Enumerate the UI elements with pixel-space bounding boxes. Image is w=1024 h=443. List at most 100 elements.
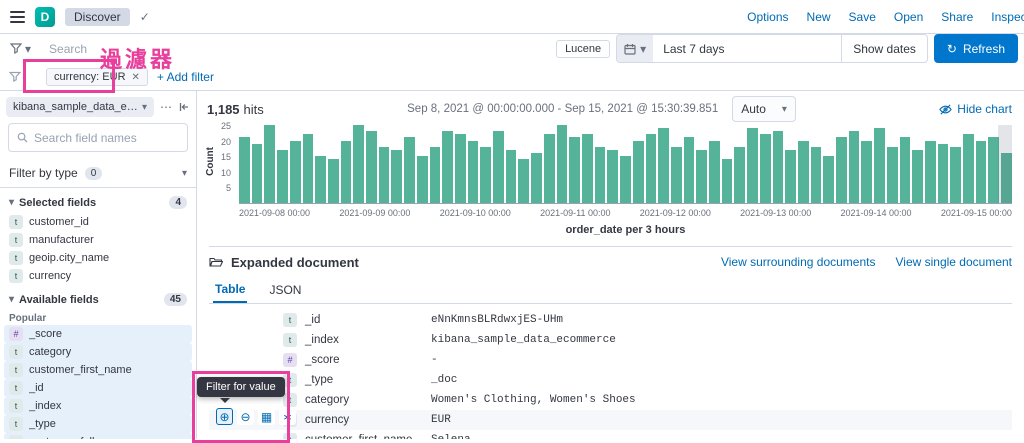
histogram-bar[interactable] — [632, 140, 644, 203]
field-item[interactable]: tcustomer_full_name — [4, 433, 192, 439]
histogram-bar[interactable] — [251, 143, 263, 203]
histogram-bar[interactable] — [696, 149, 708, 203]
histogram-bar[interactable] — [315, 156, 326, 203]
saved-query-menu-button[interactable]: ▾ — [6, 42, 35, 56]
histogram-bar[interactable] — [670, 146, 682, 203]
document-field-row[interactable]: t _id eNnKmnsBLRdwxjES-UHm — [209, 310, 1012, 330]
view-surrounding-documents-link[interactable]: View surrounding documents — [721, 255, 876, 269]
histogram-bar[interactable] — [975, 140, 987, 203]
menu-share[interactable]: Share — [941, 10, 973, 24]
field-item[interactable]: t manufacturer — [0, 231, 196, 249]
search-input[interactable]: Search — [41, 36, 550, 62]
view-single-document-link[interactable]: View single document — [895, 255, 1012, 269]
toggle-column-icon[interactable]: ▦ — [258, 408, 275, 425]
histogram-bar[interactable] — [924, 140, 936, 203]
histogram-bar[interactable] — [302, 134, 314, 203]
histogram-bar[interactable] — [645, 134, 657, 203]
filter-out-value-icon[interactable]: ⊖ — [237, 408, 254, 425]
histogram-bar[interactable] — [607, 149, 619, 203]
histogram-bar[interactable] — [886, 146, 898, 203]
histogram-bar[interactable] — [378, 146, 390, 203]
histogram-bar[interactable] — [747, 128, 758, 203]
histogram-bar[interactable] — [277, 149, 288, 203]
histogram-bar[interactable] — [620, 156, 631, 203]
tab-json[interactable]: JSON — [267, 277, 303, 303]
query-language-badge[interactable]: Lucene — [556, 39, 611, 58]
histogram-bar[interactable] — [442, 131, 453, 203]
field-item[interactable]: t geoip.city_name — [0, 249, 196, 267]
histogram-bar[interactable] — [543, 134, 555, 203]
histogram-bar[interactable] — [493, 131, 504, 203]
histogram-bar[interactable] — [785, 149, 796, 203]
breadcrumb[interactable]: Discover — [65, 7, 130, 26]
histogram-bar[interactable] — [366, 131, 377, 203]
histogram-bar[interactable] — [556, 125, 568, 203]
histogram-bar[interactable] — [505, 149, 517, 203]
interval-select[interactable]: Auto ▾ — [732, 96, 796, 122]
document-field-row[interactable]: # _score - — [209, 350, 1012, 370]
histogram-bar[interactable] — [874, 128, 885, 203]
histogram-bar[interactable] — [772, 131, 784, 203]
menu-new[interactable]: New — [807, 10, 831, 24]
histogram-bar[interactable] — [531, 153, 542, 203]
collapse-sidebar-icon[interactable] — [178, 101, 190, 113]
document-field-row[interactable]: t customer_first_name Selena — [209, 430, 1012, 439]
histogram-bar[interactable] — [467, 140, 479, 203]
histogram-bar[interactable] — [480, 146, 492, 203]
filter-for-value-icon[interactable]: ⊕ — [216, 408, 233, 425]
document-field-row[interactable]: t _index kibana_sample_data_ecommerce — [209, 330, 1012, 350]
histogram-bar[interactable] — [823, 156, 835, 203]
field-item[interactable]: t _id — [4, 379, 192, 397]
histogram-bar[interactable] — [391, 149, 403, 203]
histogram-bar[interactable] — [810, 146, 822, 203]
document-field-row[interactable]: tcurrencyEUR — [209, 410, 1012, 430]
histogram-bar[interactable] — [709, 140, 720, 203]
histogram-bar[interactable] — [340, 140, 352, 203]
histogram-bar[interactable] — [581, 134, 593, 203]
histogram-bar[interactable] — [963, 134, 974, 203]
histogram-bar[interactable] — [416, 156, 428, 203]
field-item[interactable]: t customer_id — [0, 213, 196, 231]
histogram-bar[interactable] — [569, 137, 580, 203]
add-filter-link[interactable]: + Add filter — [157, 70, 214, 84]
field-item[interactable]: t category — [4, 343, 192, 361]
menu-options[interactable]: Options — [747, 10, 788, 24]
histogram-bar[interactable] — [848, 131, 860, 203]
histogram-bar[interactable] — [797, 140, 809, 203]
time-range-value[interactable]: Last 7 days — [653, 42, 841, 56]
histogram-bar[interactable] — [721, 159, 733, 203]
histogram-bar[interactable] — [759, 134, 771, 203]
selected-fields-header[interactable]: ▾ Selected fields 4 — [0, 188, 196, 213]
refresh-button[interactable]: ↻ Refresh — [933, 34, 1018, 63]
field-item[interactable]: # _score — [4, 325, 192, 343]
histogram-bar[interactable] — [950, 146, 962, 203]
histogram-bar[interactable] — [353, 125, 365, 203]
histogram-bar[interactable] — [264, 125, 276, 203]
histogram-bar[interactable] — [239, 137, 250, 203]
available-fields-header[interactable]: ▾ Available fields 45 — [0, 285, 196, 310]
filter-exists-icon[interactable]: ∗ — [279, 408, 296, 425]
remove-filter-icon[interactable]: ✕ — [132, 72, 140, 83]
histogram-bar[interactable] — [836, 137, 847, 203]
field-item[interactable]: t customer_first_name — [4, 361, 192, 379]
field-search-input[interactable]: Search field names — [8, 123, 188, 152]
histogram-bar[interactable] — [861, 140, 873, 203]
menu-inspect[interactable]: Inspect — [991, 10, 1024, 24]
hide-chart-link[interactable]: Hide chart — [939, 102, 1012, 116]
histogram-bar[interactable] — [289, 140, 301, 203]
histogram-bar[interactable] — [734, 146, 746, 203]
calendar-button[interactable]: ▾ — [617, 35, 654, 62]
histogram-bar[interactable] — [912, 149, 923, 203]
index-options-icon[interactable]: ⋯ — [160, 100, 172, 114]
histogram-bar[interactable] — [518, 159, 530, 203]
document-field-row[interactable]: t _type _doc — [209, 370, 1012, 390]
histogram-bar[interactable] — [594, 146, 606, 203]
histogram-bar[interactable] — [454, 134, 466, 203]
filter-by-type-toggle[interactable]: Filter by type 0 ▾ — [0, 159, 196, 188]
tab-table[interactable]: Table — [213, 277, 248, 303]
show-dates-button[interactable]: Show dates — [841, 35, 927, 62]
menu-save[interactable]: Save — [849, 10, 876, 24]
histogram-bar[interactable] — [429, 146, 441, 203]
kibana-logo[interactable]: D — [35, 6, 55, 27]
filter-pill-currency-eur[interactable]: currency: EUR ✕ — [46, 68, 148, 86]
